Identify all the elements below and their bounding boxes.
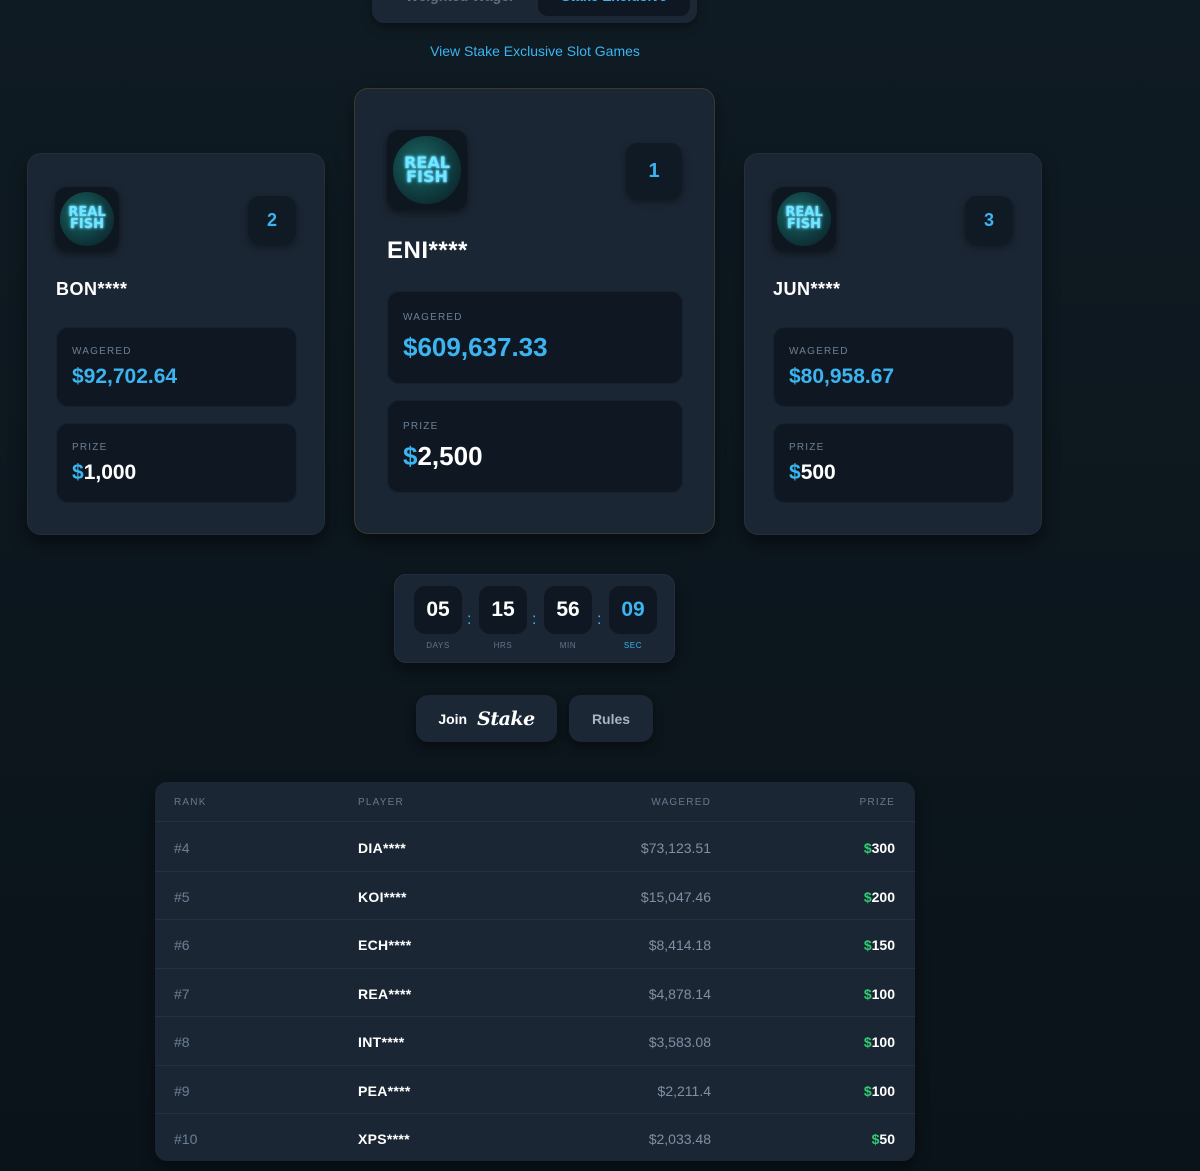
table-row: #4 DIA**** $73,123.51 $300	[155, 823, 915, 872]
wagered-box: WAGERED $609,637.33	[387, 291, 683, 384]
prize-label: PRIZE	[72, 442, 108, 453]
real-fish-logo: REAL FISH	[55, 187, 119, 251]
wagered-label: WAGERED	[789, 346, 849, 357]
podium-card-third: REAL FISH 3 JUN**** WAGERED $80,958.67 PR…	[744, 153, 1042, 535]
rules-button[interactable]: Rules	[569, 695, 653, 742]
real-fish-logo: REAL FISH	[772, 187, 836, 251]
row-wagered: $73,123.51	[640, 840, 711, 856]
countdown-days: 05 DAYS	[414, 586, 462, 650]
table-row: #10 XPS**** $2,033.48 $50	[155, 1114, 915, 1161]
row-rank: #4	[174, 840, 190, 856]
row-wagered: $4,878.14	[648, 985, 711, 1002]
prize-box: PRIZE $500	[773, 423, 1014, 503]
row-rank: #9	[174, 1082, 190, 1099]
rank-badge: 2	[248, 196, 296, 244]
tab-stake-exclusive[interactable]: Stake Exclusive	[538, 0, 690, 16]
join-stake-button[interactable]: Join Stake	[416, 695, 557, 742]
row-player: XPS****	[358, 1131, 410, 1147]
row-prize: $50	[871, 1131, 895, 1147]
header-wagered: WAGERED	[651, 797, 711, 808]
row-wagered: $2,211.4	[657, 1082, 711, 1099]
real-fish-logo: REAL FISH	[387, 130, 467, 210]
wagered-label: WAGERED	[72, 346, 132, 357]
countdown-separator: :	[597, 611, 602, 628]
countdown-separator: :	[467, 611, 472, 628]
countdown-hours: 15 HRS	[479, 586, 527, 650]
row-player: INT****	[358, 1034, 405, 1050]
countdown-seconds: 09 SEC	[609, 586, 657, 650]
prize-value: $1,000	[72, 461, 137, 484]
wagered-box: WAGERED $92,702.64	[56, 327, 297, 407]
prize-box: PRIZE $2,500	[387, 400, 683, 493]
table-header: RANK PLAYER WAGERED PRIZE	[155, 782, 915, 822]
player-name: BON****	[56, 279, 128, 299]
prize-value: $500	[789, 461, 836, 484]
row-rank: #10	[174, 1131, 198, 1147]
row-wagered: $3,583.08	[648, 1034, 711, 1050]
row-player: KOI****	[358, 888, 407, 905]
prize-value: $2,500	[403, 441, 483, 471]
row-wagered: $15,047.46	[640, 888, 711, 905]
player-name: JUN****	[773, 279, 841, 299]
table-row: #5 KOI**** $15,047.46 $200	[155, 872, 915, 920]
player-name: ENI****	[387, 237, 468, 264]
row-prize: $100	[863, 1034, 895, 1050]
join-label: Join	[438, 710, 468, 727]
leaderboard-type-tabs: Weighted Wager Stake Exclusive	[372, 0, 697, 23]
table-row: #7 REA**** $4,878.14 $100	[155, 969, 915, 1017]
row-rank: #5	[174, 888, 190, 905]
prize-label: PRIZE	[403, 421, 439, 432]
podium-card-second: REAL FISH 2 BON**** WAGERED $92,702.64 PR…	[27, 153, 325, 535]
row-rank: #6	[174, 937, 190, 953]
row-prize: $100	[863, 985, 895, 1002]
row-wagered: $8,414.18	[648, 937, 711, 953]
row-wagered: $2,033.48	[648, 1131, 711, 1147]
table-row: #9 PEA**** $2,211.4 $100	[155, 1066, 915, 1114]
rank-badge: 1	[626, 143, 682, 199]
wagered-value: $609,637.33	[403, 332, 548, 362]
prize-label: PRIZE	[789, 442, 825, 453]
header-rank: RANK	[174, 797, 207, 808]
wagered-value: $92,702.64	[72, 365, 178, 388]
row-rank: #7	[174, 985, 190, 1002]
row-prize: $100	[863, 1082, 895, 1099]
tab-weighted-wager[interactable]: Weighted Wager	[382, 0, 538, 16]
wagered-box: WAGERED $80,958.67	[773, 327, 1014, 407]
countdown-timer: 05 DAYS : 15 HRS : 56 MIN : 09 SEC	[394, 574, 675, 663]
countdown-minutes: 56 MIN	[544, 586, 592, 650]
prize-box: PRIZE $1,000	[56, 423, 297, 503]
row-player: PEA****	[358, 1082, 411, 1099]
header-prize: PRIZE	[859, 797, 895, 808]
row-player: ECH****	[358, 937, 412, 953]
podium-card-first: REAL FISH 1 ENI**** WAGERED $609,637.33 P…	[354, 88, 715, 534]
wagered-label: WAGERED	[403, 312, 463, 323]
row-prize: $200	[863, 888, 895, 905]
countdown-separator: :	[532, 611, 537, 628]
wagered-value: $80,958.67	[789, 365, 895, 388]
row-prize: $150	[863, 937, 895, 953]
row-player: REA****	[358, 985, 412, 1002]
leaderboard-table: RANK PLAYER WAGERED PRIZE #4 DIA**** $73,1…	[155, 782, 915, 1161]
rank-badge: 3	[965, 196, 1013, 244]
stake-logo: Stake	[477, 707, 535, 730]
row-rank: #8	[174, 1034, 190, 1050]
table-row: #6 ECH**** $8,414.18 $150	[155, 920, 915, 969]
view-slot-games-link[interactable]: View Stake Exclusive Slot Games	[0, 43, 1070, 59]
table-row: #8 INT**** $3,583.08 $100	[155, 1017, 915, 1066]
row-prize: $300	[863, 840, 895, 856]
row-player: DIA****	[358, 840, 407, 856]
header-player: PLAYER	[358, 797, 404, 808]
